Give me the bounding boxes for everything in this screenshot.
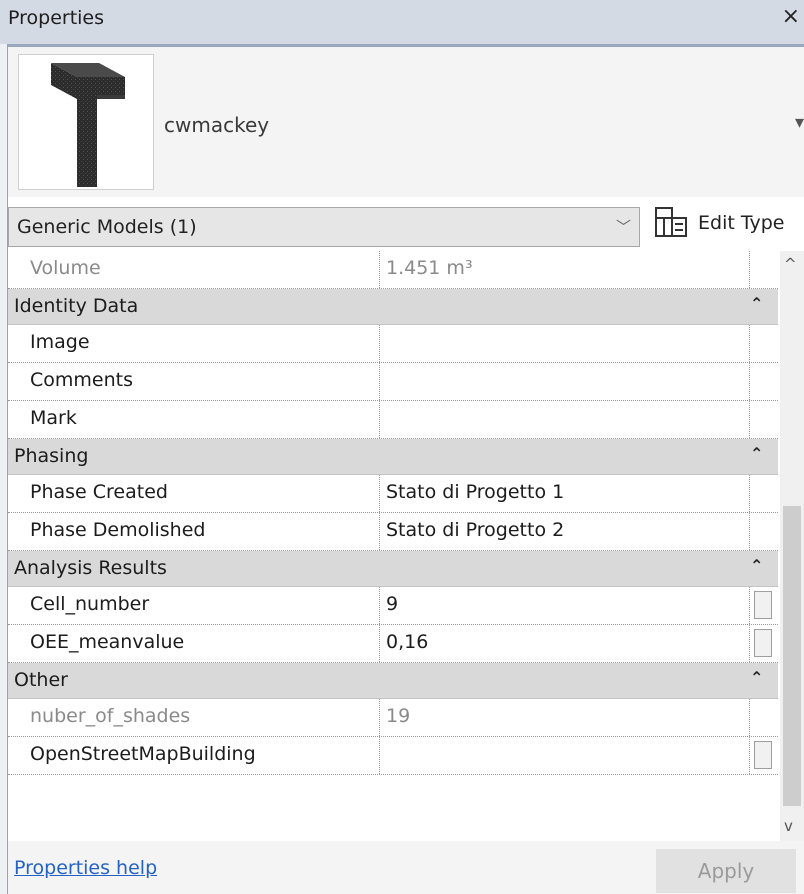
- property-row-oee-meanvalue[interactable]: OEE_meanvalue 0,16: [8, 625, 778, 663]
- property-label: OpenStreetMapBuilding: [30, 743, 256, 765]
- instance-filter-dropdown[interactable]: Generic Models (1) ﹀: [8, 207, 640, 247]
- property-value[interactable]: 0,16: [386, 631, 428, 653]
- property-row-volume: Volume 1.451 m³: [8, 251, 778, 289]
- collapse-icon[interactable]: ⌃: [750, 294, 763, 313]
- type-thumbnail: [18, 54, 154, 190]
- group-label: Analysis Results: [14, 557, 167, 579]
- property-value[interactable]: Stato di Progetto 1: [386, 481, 564, 503]
- property-label: nuber_of_shades: [30, 705, 191, 727]
- property-label: Mark: [30, 407, 77, 429]
- edit-type-label: Edit Type: [698, 212, 785, 234]
- property-row-comments[interactable]: Comments: [8, 363, 778, 401]
- associate-parameter-button[interactable]: [754, 741, 772, 769]
- property-value: 1.451 m³: [386, 257, 473, 279]
- window-title: Properties: [8, 7, 105, 29]
- l-shaped-shade-3d-icon: [51, 63, 125, 187]
- properties-grid: Volume 1.451 m³ Identity Data ⌃ Image Co…: [8, 251, 778, 841]
- property-row-phase-created[interactable]: Phase Created Stato di Progetto 1: [8, 475, 778, 513]
- property-row-phase-demolished[interactable]: Phase Demolished Stato di Progetto 2: [8, 513, 778, 551]
- filter-selected-value: Generic Models (1): [17, 216, 197, 238]
- property-label: Phase Created: [30, 481, 168, 503]
- group-other[interactable]: Other ⌃: [8, 663, 778, 699]
- scrollbar-thumb[interactable]: [783, 506, 801, 806]
- group-label: Identity Data: [14, 295, 139, 317]
- apply-button[interactable]: Apply: [656, 849, 796, 893]
- property-row-image[interactable]: Image: [8, 325, 778, 363]
- properties-footer: Properties help Apply: [8, 841, 804, 894]
- group-label: Phasing: [14, 445, 89, 467]
- scroll-down-icon[interactable]: v: [784, 817, 793, 835]
- properties-help-link[interactable]: Properties help: [14, 857, 157, 879]
- property-row-openstreetmapbuilding[interactable]: OpenStreetMapBuilding: [8, 737, 778, 775]
- collapse-icon[interactable]: ⌃: [750, 668, 763, 687]
- collapse-icon[interactable]: ⌃: [750, 556, 763, 575]
- scroll-up-icon[interactable]: ^: [784, 255, 797, 273]
- property-row-nuber-of-shades: nuber_of_shades 19: [8, 699, 778, 737]
- property-label: Comments: [30, 369, 133, 391]
- property-value[interactable]: 9: [386, 593, 398, 615]
- properties-title-bar: Properties ×: [0, 0, 804, 44]
- type-name: cwmackey: [164, 113, 270, 137]
- group-identity-data[interactable]: Identity Data ⌃: [8, 289, 778, 325]
- property-value: 19: [386, 705, 411, 727]
- chevron-down-icon[interactable]: ▾: [795, 112, 804, 133]
- associate-parameter-button[interactable]: [754, 629, 772, 657]
- group-analysis-results[interactable]: Analysis Results ⌃: [8, 551, 778, 587]
- property-value[interactable]: Stato di Progetto 2: [386, 519, 564, 541]
- associate-parameter-button[interactable]: [754, 591, 772, 619]
- property-label: OEE_meanvalue: [30, 631, 185, 653]
- property-label: Cell_number: [30, 593, 150, 615]
- property-label: Image: [30, 331, 90, 353]
- vertical-scrollbar[interactable]: ^ v: [780, 251, 804, 841]
- property-row-cell-number[interactable]: Cell_number 9: [8, 587, 778, 625]
- property-label: Volume: [30, 257, 101, 279]
- collapse-icon[interactable]: ⌃: [750, 444, 763, 463]
- edit-type-icon: [654, 206, 690, 244]
- left-border: [0, 44, 8, 894]
- group-phasing[interactable]: Phasing ⌃: [8, 439, 778, 475]
- property-row-mark[interactable]: Mark: [8, 401, 778, 439]
- group-label: Other: [14, 669, 68, 691]
- property-label: Phase Demolished: [30, 519, 206, 541]
- close-icon[interactable]: ×: [782, 4, 800, 29]
- chevron-down-icon: ﹀: [615, 218, 631, 236]
